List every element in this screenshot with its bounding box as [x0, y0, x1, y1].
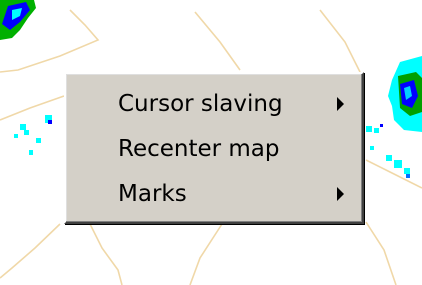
radar-echo: [404, 168, 410, 174]
boundary-line: [365, 221, 397, 285]
radar-echo: [366, 126, 372, 132]
menu-item-label: Recenter map: [118, 136, 280, 162]
radar-echo: [386, 155, 392, 161]
radar-echo: [36, 138, 41, 143]
chevron-right-icon: [337, 97, 344, 111]
boundary-line: [0, 95, 65, 121]
menu-item-recenter-map[interactable]: Recenter map: [66, 128, 362, 170]
boundary-line: [0, 223, 61, 279]
radar-echo: [14, 134, 18, 138]
radar-echo: [24, 130, 29, 135]
radar-echo: [370, 146, 374, 150]
menu-item-cursor-slaving[interactable]: Cursor slaving: [66, 83, 362, 125]
boundary-line: [89, 223, 123, 285]
menu-item-label: Marks: [118, 181, 187, 207]
radar-echo: [406, 174, 410, 178]
radar-echo: [48, 120, 52, 124]
boundary-line: [189, 223, 223, 285]
boundary-line: [194, 11, 241, 71]
chevron-right-icon: [337, 187, 344, 201]
radar-echo: [20, 124, 26, 130]
radar-echo: [374, 128, 379, 133]
radar-echo: [380, 124, 383, 127]
boundary-line: [319, 9, 361, 73]
context-menu: Cursor slaving Recenter map Marks: [64, 72, 364, 224]
radar-echo: [29, 150, 33, 155]
menu-item-label: Cursor slaving: [118, 91, 283, 117]
radar-echo: [394, 160, 402, 168]
menu-item-marks[interactable]: Marks: [66, 173, 362, 215]
